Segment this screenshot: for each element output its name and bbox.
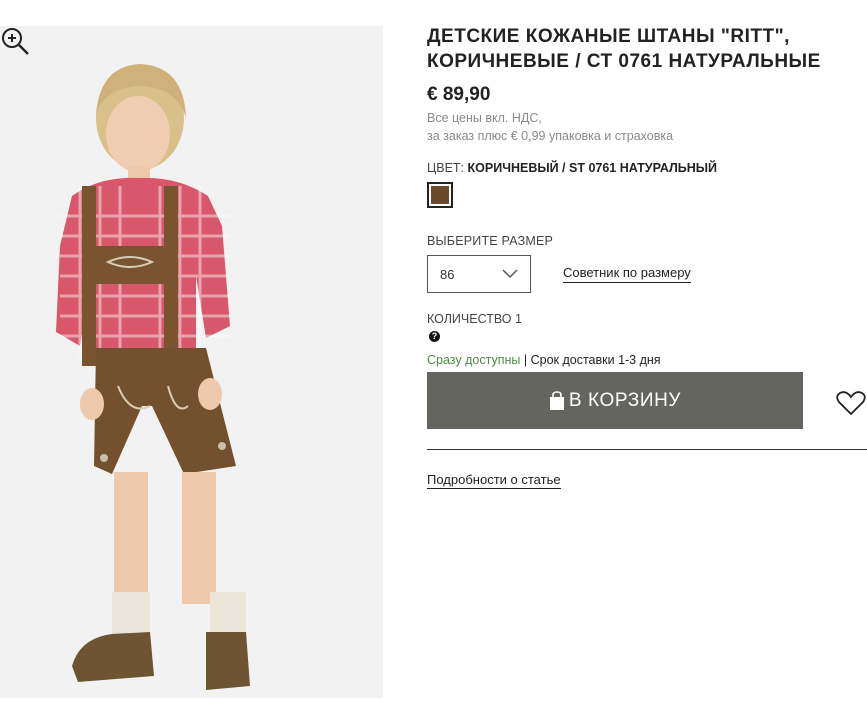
availability-separator: | (523, 353, 528, 367)
color-value: КОРИЧНЕВЫЙ / ST 0761 НАТУРАЛЬНЫЙ (467, 161, 717, 175)
availability-status: Сразу доступны (427, 353, 521, 367)
price-notes: Все цены вкл. НДС, за заказ плюс € 0,99 … (427, 109, 673, 145)
shopping-bag-icon (549, 390, 564, 410)
size-label: ВЫБЕРИТЕ РАЗМЕР (427, 234, 554, 248)
color-info: ЦВЕТ: КОРИЧНЕВЫЙ / ST 0761 НАТУРАЛЬНЫЙ (427, 161, 717, 175)
product-title-line2: КОРИЧНЕВЫЕ / СТ 0761 НАТУРАЛЬНЫЕ (427, 51, 821, 72)
product-title: ДЕТСКИЕ КОЖАНЫЕ ШТАНЫ "RITT", КОРИЧНЕВЫЕ… (427, 24, 857, 74)
add-to-cart-button[interactable]: В КОРЗИНУ (427, 372, 803, 429)
quantity-label: КОЛИЧЕСТВО 1 (427, 312, 522, 326)
shipping-note: за заказ плюс € 0,99 упаковка и страховк… (427, 129, 674, 143)
size-select[interactable]: 86 (427, 255, 531, 293)
product-photo-illustration (56, 64, 250, 690)
help-icon[interactable]: ? (429, 331, 440, 342)
heart-icon[interactable] (836, 390, 866, 416)
size-advisor-link[interactable]: Советник по размеру (563, 265, 691, 283)
product-details-link[interactable]: Подробности о статье (427, 472, 561, 489)
delivery-time: Срок доставки 1-3 дня (530, 353, 661, 367)
product-image[interactable] (0, 26, 383, 698)
availability-info: Сразу доступны | Срок доставки 1-3 дня (427, 353, 661, 367)
color-swatch-fill (431, 186, 449, 204)
zoom-in-icon[interactable] (0, 26, 30, 56)
add-to-cart-label: В КОРЗИНУ (568, 389, 682, 411)
product-price: € 89,90 (427, 84, 491, 105)
color-swatch-brown[interactable] (427, 182, 453, 208)
chevron-down-icon (502, 269, 518, 279)
divider (427, 449, 867, 450)
vat-note: Все цены вкл. НДС, (427, 111, 542, 125)
size-selected-value: 86 (440, 267, 455, 282)
product-title-line1: ДЕТСКИЕ КОЖАНЫЕ ШТАНЫ "RITT", (427, 26, 790, 47)
color-label: ЦВЕТ: (427, 161, 465, 175)
